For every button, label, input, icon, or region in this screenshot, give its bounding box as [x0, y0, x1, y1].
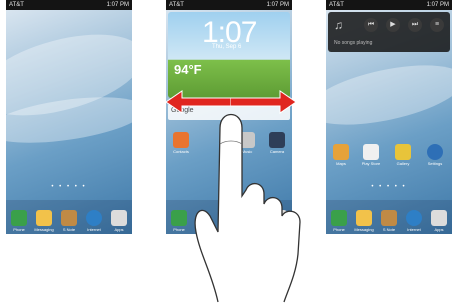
dock-label: Messaging — [354, 227, 374, 232]
play-store-icon — [363, 144, 379, 160]
music-status: No songs playing — [334, 40, 373, 46]
dock-label: Internet — [407, 227, 421, 232]
apps-icon — [431, 210, 447, 226]
play-icon[interactable]: ▶ — [386, 18, 400, 32]
status-time: 1:07 PM — [266, 2, 289, 8]
phone-icon — [11, 210, 27, 226]
status-bar: AT&T 1:07 PM — [326, 0, 452, 10]
dock-label: S Note — [382, 227, 396, 232]
dock-label: Messaging — [34, 227, 54, 232]
dock-label: Phone — [333, 227, 345, 232]
app-label: Gallery — [396, 161, 410, 166]
dock-item[interactable]: Phone — [8, 210, 30, 232]
dock-item[interactable]: S Note — [58, 210, 80, 232]
status-bar: AT&T 1:07 PM — [6, 0, 132, 10]
music-note-icon: ♫ — [334, 18, 343, 32]
app-shortcut[interactable]: Gallery — [392, 144, 414, 166]
home-screen-right: AT&T 1:07 PM ♫ ⏮ ▶ ⏭ ≡ No songs playing … — [326, 0, 452, 234]
settings-icon — [427, 144, 443, 160]
app-shortcut[interactable]: Play Store — [360, 144, 382, 166]
messaging-icon — [356, 210, 372, 226]
status-time: 1:07 PM — [106, 2, 129, 8]
dock-label: S Note — [62, 227, 76, 232]
carrier-label: AT&T — [329, 2, 344, 8]
dock: Phone Messaging S Note Internet Apps — [326, 200, 452, 234]
widget-date: Thu, Sep 6 — [212, 44, 242, 50]
hand-gesture-icon — [194, 113, 301, 303]
app-shortcut[interactable]: Maps — [330, 144, 352, 166]
status-bar: AT&T 1:07 PM — [166, 0, 292, 10]
dock-label: Apps — [114, 227, 124, 232]
dock-item[interactable]: Messaging — [353, 210, 375, 232]
app-label: Play Store — [361, 161, 381, 166]
music-widget: ♫ ⏮ ▶ ⏭ ≡ No songs playing — [328, 12, 450, 52]
dock-item[interactable]: S Note — [378, 210, 400, 232]
page-indicator: • • • • • — [51, 184, 87, 190]
playlist-icon[interactable]: ≡ — [430, 18, 444, 32]
clock-weather-widget[interactable]: 1:07 Thu, Sep 6 94°F — [168, 12, 290, 98]
status-time: 1:07 PM — [426, 2, 449, 8]
dock-label: Internet — [87, 227, 101, 232]
gallery-icon — [395, 144, 411, 160]
dock-label: Apps — [434, 227, 444, 232]
carrier-label: AT&T — [9, 2, 24, 8]
previous-icon[interactable]: ⏮ — [364, 18, 378, 32]
app-shortcut[interactable]: Settings — [424, 144, 446, 166]
dock: Phone Messaging S Note Internet Apps — [6, 200, 132, 234]
dock-item[interactable]: Phone — [328, 210, 350, 232]
app-label: Maps — [336, 161, 346, 166]
s-note-icon — [381, 210, 397, 226]
dock-item[interactable]: Messaging — [33, 210, 55, 232]
apps-icon — [111, 210, 127, 226]
dock-label: Phone — [13, 227, 25, 232]
home-screen-left: AT&T 1:07 PM • • • • • Phone Messaging S… — [6, 0, 132, 234]
phone-icon — [331, 210, 347, 226]
internet-icon — [406, 210, 422, 226]
carrier-label: AT&T — [169, 2, 184, 8]
maps-icon — [333, 144, 349, 160]
s-note-icon — [61, 210, 77, 226]
page-indicator: • • • • • — [371, 184, 407, 190]
dock-item[interactable]: Internet — [83, 210, 105, 232]
widget-temperature: 94°F — [174, 62, 202, 77]
dock-item[interactable]: Internet — [403, 210, 425, 232]
internet-icon — [86, 210, 102, 226]
wallpaper-feather — [326, 53, 452, 137]
app-label: Settings — [427, 161, 443, 166]
messaging-icon — [36, 210, 52, 226]
next-icon[interactable]: ⏭ — [408, 18, 422, 32]
dock-item[interactable]: Apps — [108, 210, 130, 232]
dock-item[interactable]: Apps — [428, 210, 450, 232]
